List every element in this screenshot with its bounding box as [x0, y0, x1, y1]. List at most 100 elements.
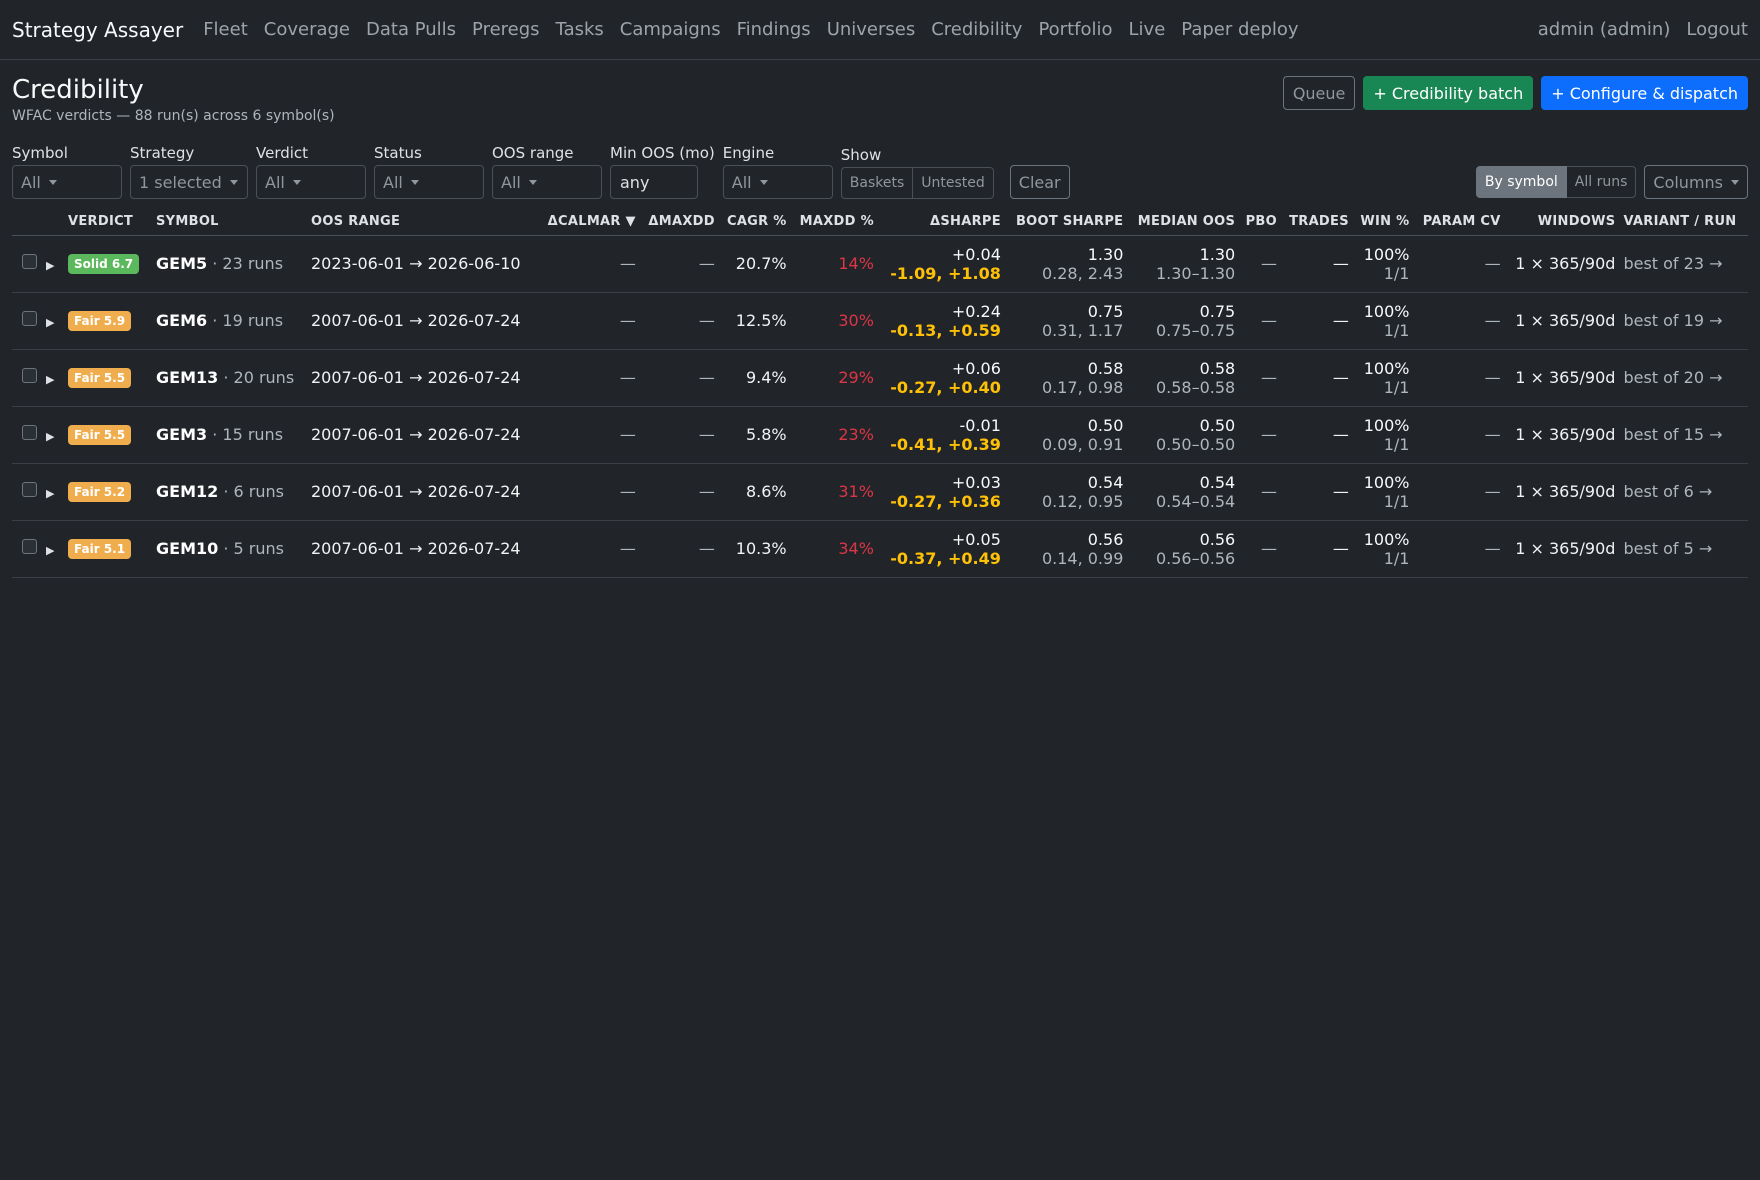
brand-link[interactable]: Strategy Assayer — [12, 18, 183, 42]
chevron-down-icon — [229, 179, 238, 185]
filter-show: Show Baskets Untested — [840, 146, 994, 199]
table-row[interactable]: ▶ Fair 5.5 GEM3 · 15 runs 2007-06-01 → 2026… — [12, 406, 1748, 464]
expand-caret-icon[interactable]: ▶ — [46, 373, 54, 386]
nav-link-paper-deploy[interactable]: Paper deploy — [1181, 19, 1298, 40]
row-checkbox[interactable] — [22, 539, 37, 554]
nav-link-portfolio[interactable]: Portfolio — [1038, 19, 1112, 40]
table-row[interactable]: ▶ Fair 5.9 GEM6 · 19 runs 2007-06-01 → 2026… — [12, 292, 1748, 350]
variant-link[interactable]: best of 5 → — [1623, 539, 1712, 558]
nav-link-preregs[interactable]: Preregs — [472, 19, 540, 40]
header-symbol[interactable]: Symbol — [152, 209, 307, 236]
queue-button[interactable]: Queue — [1282, 76, 1356, 110]
clear-filters-button[interactable]: Clear — [1009, 165, 1070, 199]
verdict-select[interactable]: All — [256, 165, 366, 199]
columns-dropdown[interactable]: Columns — [1644, 165, 1748, 199]
nav-link-tasks[interactable]: Tasks — [556, 19, 604, 40]
row-checkbox[interactable] — [22, 311, 37, 326]
header-trades[interactable]: Trades — [1280, 209, 1353, 236]
expand-caret-icon[interactable]: ▶ — [46, 487, 54, 500]
credibility-batch-button[interactable]: + Credibility batch — [1363, 76, 1534, 110]
expand-caret-icon[interactable]: ▶ — [46, 430, 54, 443]
dsharpe-ci: -0.27, +0.40 — [890, 377, 1001, 397]
nav-link-credibility[interactable]: Credibility — [931, 19, 1022, 40]
by-symbol-toggle[interactable]: By symbol — [1475, 166, 1567, 198]
header-maxdd[interactable]: MaxDD % — [790, 209, 878, 236]
dsharpe-cell: +0.03 -0.27, +0.36 — [877, 463, 1005, 521]
table-row[interactable]: ▶ Fair 5.5 GEM13 · 20 runs 2007-06-01 → 202… — [12, 349, 1748, 407]
configure-dispatch-button[interactable]: + Configure & dispatch — [1541, 76, 1748, 110]
win-pct: 100% — [1363, 472, 1410, 492]
strategy-select[interactable]: 1 selected — [130, 165, 248, 199]
nav-link-live[interactable]: Live — [1129, 19, 1166, 40]
header-boot-sharpe[interactable]: Boot Sharpe — [1004, 209, 1128, 236]
nav-link-universes[interactable]: Universes — [827, 19, 916, 40]
header-dmaxdd[interactable]: ΔMaxDD — [639, 209, 719, 236]
dcalmar-cell: — — [537, 520, 640, 578]
table-row[interactable]: ▶ Solid 6.7 GEM5 · 23 runs 2023-06-01 → 202… — [12, 235, 1748, 293]
min-oos-input[interactable]: any — [610, 165, 698, 199]
median-oos-range: 0.56–0.56 — [1155, 548, 1236, 568]
variant-link[interactable]: best of 15 → — [1623, 425, 1722, 444]
all-runs-toggle[interactable]: All runs — [1566, 166, 1637, 198]
nav-link-campaigns[interactable]: Campaigns — [620, 19, 721, 40]
dcalmar-cell: — — [537, 349, 640, 407]
status-select[interactable]: All — [374, 165, 484, 199]
table-row[interactable]: ▶ Fair 5.1 GEM10 · 5 runs 2007-06-01 → 2026… — [12, 520, 1748, 578]
table-body: ▶ Solid 6.7 GEM5 · 23 runs 2023-06-01 → 202… — [12, 235, 1748, 578]
dsharpe-value: +0.04 — [951, 244, 1001, 264]
row-expand-cell: ▶ — [42, 406, 64, 464]
header-param-cv[interactable]: Param CV — [1413, 209, 1505, 236]
header-verdict[interactable]: Verdict — [64, 209, 152, 236]
expand-caret-icon[interactable]: ▶ — [46, 544, 54, 557]
symbol-name[interactable]: GEM12 — [156, 482, 218, 501]
header-cagr[interactable]: CAGR % — [718, 209, 791, 236]
oos-range-select[interactable]: All — [492, 165, 602, 199]
engine-select[interactable]: All — [722, 165, 833, 199]
median-oos-cell: 1.30 1.30–1.30 — [1127, 235, 1240, 293]
symbol-name[interactable]: GEM6 — [156, 311, 207, 330]
header-oos-range[interactable]: OOS range — [307, 209, 538, 236]
variant-link[interactable]: best of 20 → — [1623, 368, 1722, 387]
show-toggle-group: Baskets Untested — [840, 167, 994, 199]
variant-link[interactable]: best of 23 → — [1623, 254, 1722, 273]
expand-caret-icon[interactable]: ▶ — [46, 259, 54, 272]
nav-link-data-pulls[interactable]: Data Pulls — [366, 19, 456, 40]
nav-link-fleet[interactable]: Fleet — [203, 19, 248, 40]
show-untested-toggle[interactable]: Untested — [913, 167, 994, 199]
table-header-row: Verdict Symbol OOS range ΔCalmar ▼ ΔMaxD… — [12, 209, 1748, 236]
header-win[interactable]: Win % — [1352, 209, 1414, 236]
header-pbo[interactable]: PBO — [1239, 209, 1281, 236]
boot-sharpe-ci: 0.31, 1.17 — [1041, 320, 1124, 340]
header-median-oos[interactable]: Median OOS — [1127, 209, 1240, 236]
page-header: Credibility WFAC verdicts — 88 run(s) ac… — [0, 60, 1760, 124]
nav-link-findings[interactable]: Findings — [737, 19, 811, 40]
row-checkbox[interactable] — [22, 254, 37, 269]
logout-link[interactable]: Logout — [1686, 19, 1748, 40]
boot-sharpe-cell: 0.50 0.09, 0.91 — [1004, 406, 1128, 464]
symbol-name[interactable]: GEM5 — [156, 254, 207, 273]
variant-cell: best of 5 → — [1619, 520, 1748, 578]
header-dcalmar[interactable]: ΔCalmar ▼ — [537, 209, 640, 236]
variant-link[interactable]: best of 19 → — [1623, 311, 1722, 330]
header-dsharpe[interactable]: ΔSharpe — [877, 209, 1005, 236]
row-checkbox[interactable] — [22, 482, 37, 497]
symbol-name[interactable]: GEM10 — [156, 539, 218, 558]
header-variant[interactable]: Variant / run — [1619, 209, 1748, 236]
row-checkbox[interactable] — [22, 425, 37, 440]
param-cv-cell: — — [1413, 235, 1505, 293]
user-menu[interactable]: admin (admin) — [1538, 19, 1671, 40]
nav-link-coverage[interactable]: Coverage — [264, 19, 350, 40]
show-baskets-toggle[interactable]: Baskets — [840, 167, 914, 199]
symbol-name[interactable]: GEM13 — [156, 368, 218, 387]
header-windows[interactable]: Windows — [1504, 209, 1620, 236]
filter-engine: Engine All — [722, 144, 833, 199]
row-checkbox[interactable] — [22, 368, 37, 383]
filter-engine-label: Engine — [722, 144, 775, 162]
variant-link[interactable]: best of 6 → — [1623, 482, 1712, 501]
row-select-cell — [12, 406, 42, 464]
symbol-name[interactable]: GEM3 — [156, 425, 207, 444]
table-row[interactable]: ▶ Fair 5.2 GEM12 · 6 runs 2007-06-01 → 2026… — [12, 463, 1748, 521]
symbol-select[interactable]: All — [12, 165, 122, 199]
expand-caret-icon[interactable]: ▶ — [46, 316, 54, 329]
verdict-badge: Fair 5.5 — [68, 425, 132, 445]
